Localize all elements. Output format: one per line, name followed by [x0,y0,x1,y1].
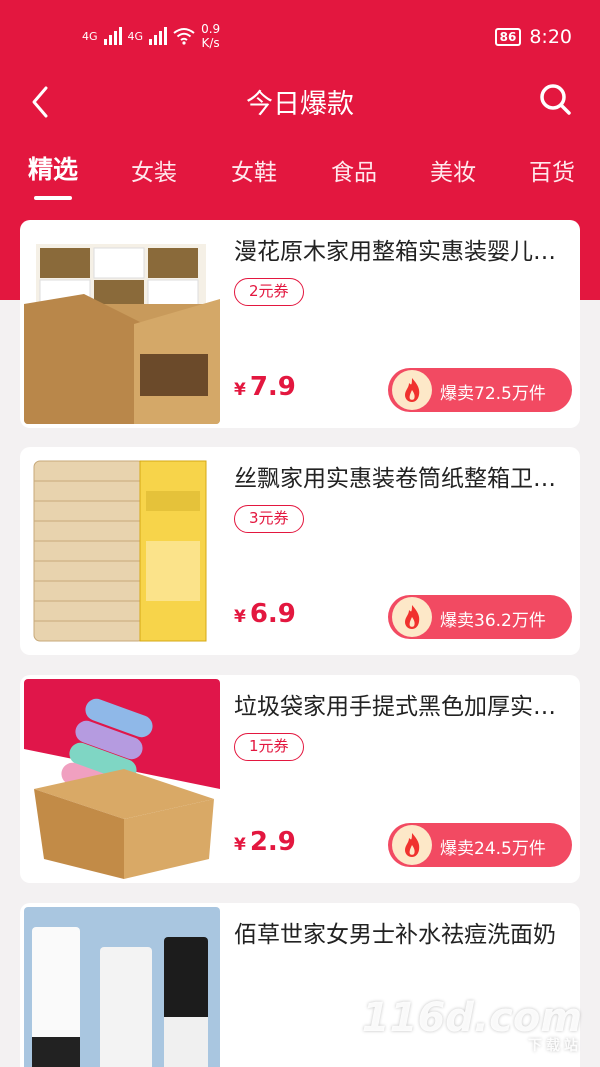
product-image [24,907,220,1067]
page-title: 今日爆款 [246,89,354,120]
sales-text: 爆卖72.5万件 [440,384,546,404]
flame-icon [392,825,432,865]
product-card[interactable]: 垃圾袋家用手提式黑色加厚实惠装 1元券 ¥2.9 爆卖24.5万件 [20,675,580,883]
nav-bar: 今日爆款 [0,72,600,132]
price-value: 6.9 [249,599,296,629]
status-bar: 4G 4G 0.9 K/s 86 8:20 [0,0,600,70]
speed-value: 0.9 [201,22,221,36]
product-image [24,224,220,424]
speed-unit: K/s [201,36,220,50]
sales-badge: 爆卖72.5万件 [388,368,572,412]
signal-icon [149,27,168,45]
currency-symbol: ¥ [234,380,246,400]
product-card[interactable]: 漫花原木家用整箱实惠装婴儿纸巾 2元券 ¥7.9 爆卖72.5万件 [20,220,580,428]
currency-symbol: ¥ [234,607,246,627]
status-network: 4G 4G 0.9 K/s [82,22,220,50]
price-value: 2.9 [249,827,296,857]
network-label-1: 4G [82,29,98,43]
watermark-logo: 116d.com 下载站 [362,995,582,1055]
product-price: ¥6.9 [234,599,296,629]
product-price: ¥2.9 [234,827,296,857]
product-card[interactable]: 丝飘家用实惠装卷筒纸整箱卫生纸 3元券 ¥6.9 爆卖36.2万件 [20,447,580,655]
category-tabs: 精选 女装 女鞋 食品 美妆 百货 [0,150,600,200]
tab-womens-clothing[interactable]: 女装 [131,153,177,187]
product-image [24,679,220,879]
currency-symbol: ¥ [234,835,246,855]
coupon-badge[interactable]: 1元券 [234,733,304,761]
product-title: 佰草世家女男士补水祛痘洗面奶 [234,922,556,948]
flame-icon [392,597,432,637]
sales-badge: 爆卖36.2万件 [388,595,572,639]
sales-text: 爆卖24.5万件 [440,839,546,859]
network-speed: 0.9 K/s [201,22,220,50]
coupon-badge[interactable]: 3元券 [234,505,304,533]
status-right: 86 8:20 [494,26,572,48]
product-title: 垃圾袋家用手提式黑色加厚实惠装 [234,694,564,720]
signal-icon [103,27,122,45]
clock: 8:20 [529,26,572,48]
network-label-2: 4G [127,29,144,43]
sales-badge: 爆卖24.5万件 [388,823,572,867]
search-button[interactable] [538,82,574,118]
product-image [24,451,220,651]
sales-text: 爆卖36.2万件 [440,611,546,631]
tab-food[interactable]: 食品 [331,153,377,187]
price-value: 7.9 [249,372,296,402]
search-icon [540,84,571,115]
product-price: ¥7.9 [234,372,296,402]
product-title: 漫花原木家用整箱实惠装婴儿纸巾 [234,239,564,265]
wifi-icon [173,28,195,45]
flame-icon [392,370,432,410]
battery-icon: 86 [494,28,522,46]
tab-beauty[interactable]: 美妆 [430,153,476,187]
tab-womens-shoes[interactable]: 女鞋 [231,153,277,187]
coupon-badge[interactable]: 2元券 [234,278,304,306]
product-title: 丝飘家用实惠装卷筒纸整箱卫生纸 [234,466,564,492]
tab-featured[interactable]: 精选 [28,150,78,200]
tab-general-goods[interactable]: 百货 [529,153,575,187]
